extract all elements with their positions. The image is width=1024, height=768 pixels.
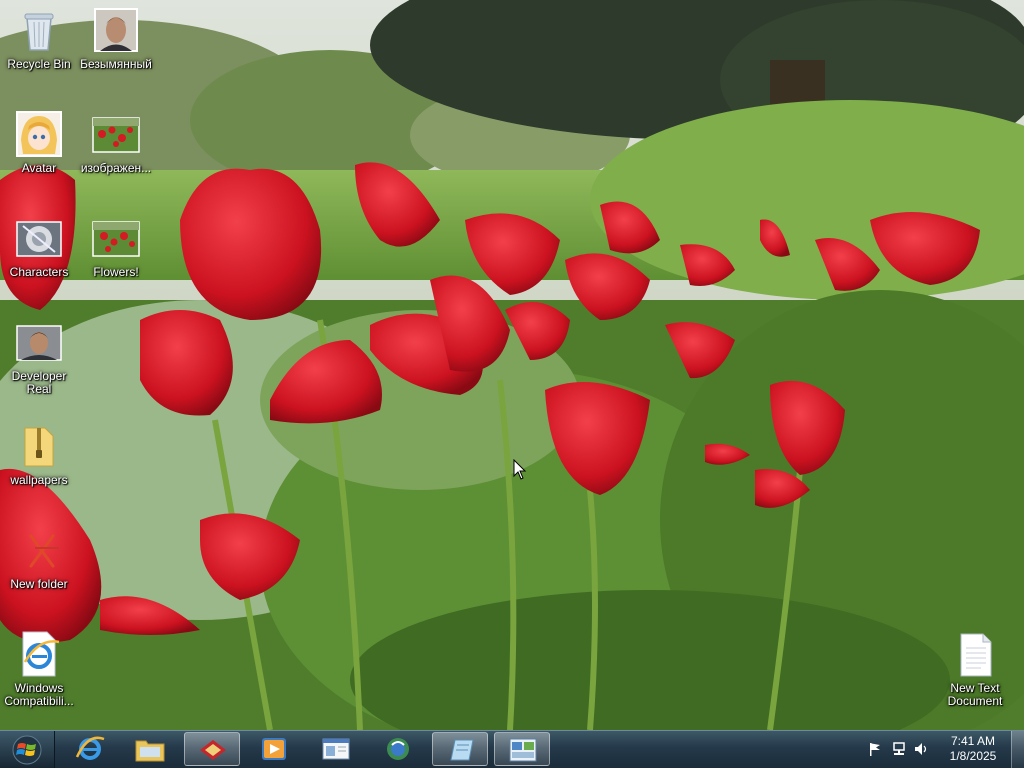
desktop-icon-label: Recycle Bin (7, 57, 71, 71)
desktop-icon-label: Avatar (21, 161, 57, 175)
taskbar-media-player[interactable] (246, 732, 302, 766)
taskbar-globe-app[interactable] (370, 732, 426, 766)
desktop-icon-izobrazhenie[interactable]: изображен... (77, 110, 155, 175)
desktop-icon-new-text-document[interactable]: New Text Document (936, 630, 1014, 708)
windows-logo-icon (12, 735, 42, 765)
taskbar-control-panel[interactable] (494, 732, 550, 766)
taskbar: 7:41 AM 1/8/2025 (0, 730, 1024, 768)
clock-date: 1/8/2025 (949, 749, 997, 763)
desktop-icon-label: wallpapers (10, 473, 68, 487)
notepad-icon (450, 739, 474, 761)
flowers-photo-icon (92, 214, 140, 262)
window-app-icon (322, 738, 350, 760)
desktop-icon-characters[interactable]: Characters (0, 214, 78, 279)
taskbar-file-explorer[interactable] (122, 732, 178, 766)
desktop-icon-label: New Text Document (947, 681, 1003, 708)
zip-folder-icon (15, 422, 63, 470)
taskbar-internet-explorer[interactable] (62, 732, 118, 766)
desktop-icon-label: изображен... (80, 161, 152, 175)
taskbar-window-app[interactable] (308, 732, 364, 766)
desktop-icon-label: Windows Compatibili... (4, 681, 74, 708)
desktop-icon-bezymyannyi[interactable]: Безымянный (77, 6, 155, 71)
action-center-flag-icon[interactable] (868, 742, 882, 756)
desktop-icon-new-folder[interactable]: New folder (0, 526, 78, 591)
desktop-icon-label: Developer Real (11, 369, 67, 396)
show-desktop-button[interactable] (1011, 731, 1024, 768)
internet-explorer-icon (15, 630, 63, 678)
desktop-icon-avatar[interactable]: Avatar (0, 110, 78, 175)
desktop-icon-label: Безымянный (80, 57, 152, 71)
desktop-icon-label: Characters (9, 265, 69, 279)
taskbar-app-red[interactable] (184, 732, 240, 766)
internet-explorer-icon (75, 736, 105, 760)
file-explorer-icon (135, 740, 165, 762)
network-icon[interactable] (892, 742, 906, 756)
volume-icon[interactable] (914, 742, 928, 756)
desktop-icon-label: New folder (10, 577, 68, 591)
clock-time: 7:41 AM (950, 734, 996, 748)
app-red-icon (200, 740, 226, 760)
photo-icon (15, 318, 63, 366)
characters-icon (15, 214, 63, 262)
media-player-icon (262, 738, 286, 760)
mouse-cursor-icon (513, 459, 527, 480)
folder-icon (15, 526, 63, 574)
control-panel-icon (509, 738, 537, 762)
globe-app-icon (387, 738, 409, 760)
photo-icon (92, 6, 140, 54)
text-document-icon (951, 630, 999, 678)
anime-avatar-icon (15, 110, 63, 158)
desktop-icon-windows-compatibility[interactable]: Windows Compatibili... (0, 630, 78, 708)
taskbar-notepad[interactable] (432, 732, 488, 766)
desktop-icon-flowers[interactable]: Flowers! (77, 214, 155, 279)
desktop-icon-developer-real[interactable]: Developer Real (0, 318, 78, 396)
recycle-bin-icon (15, 6, 63, 54)
desktop-icon-wallpapers[interactable]: wallpapers (0, 422, 78, 487)
desktop-icon-label: Flowers! (93, 265, 139, 279)
desktop-icon-recycle-bin[interactable]: Recycle Bin (0, 6, 78, 71)
system-clock[interactable]: 7:41 AM 1/8/2025 (935, 734, 1011, 764)
flowers-photo-icon (92, 110, 140, 158)
start-button[interactable] (0, 731, 55, 768)
